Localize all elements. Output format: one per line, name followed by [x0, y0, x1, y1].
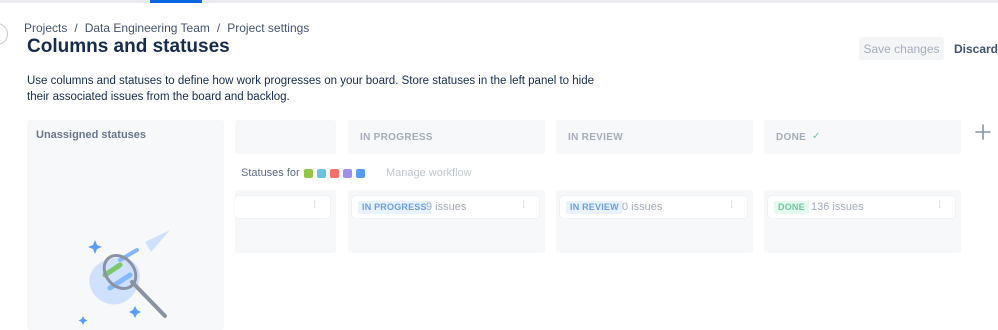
unassigned-statuses-panel[interactable]: Unassigned statuses	[27, 120, 224, 330]
column-header-in-progress[interactable]: IN PROGRESS	[348, 120, 545, 154]
unassigned-statuses-title: Unassigned statuses	[36, 129, 147, 141]
column-title: DONE	[776, 132, 807, 143]
status-lozenge: DONE	[774, 201, 809, 214]
add-column-icon[interactable]	[970, 119, 996, 145]
done-check-icon: ✓	[812, 131, 821, 142]
column-body-done: DONE 136 issues ⁞	[764, 190, 961, 253]
breadcrumb-separator: /	[74, 21, 78, 35]
issue-count: 0 issues	[622, 201, 663, 213]
status-card[interactable]: ⁞	[235, 196, 330, 218]
breadcrumb-projects[interactable]: Projects	[24, 21, 67, 35]
drag-handle-icon[interactable]: ⁞	[522, 200, 525, 211]
breadcrumb-settings[interactable]: Project settings	[227, 21, 309, 35]
story-icon	[303, 168, 313, 178]
sidebar-collapse-button[interactable]	[0, 23, 8, 45]
column-header-todo[interactable]	[235, 120, 336, 154]
column-title: IN PROGRESS	[360, 132, 433, 143]
column-body-in-progress: IN PROGRESS 9 issues ⁞	[348, 190, 545, 253]
drag-handle-icon[interactable]: ⁞	[938, 200, 941, 211]
active-tab-indicator	[150, 0, 202, 3]
column-title: IN REVIEW	[568, 132, 623, 143]
empty-state-illustration	[78, 230, 170, 325]
issue-count: 9 issues	[426, 201, 467, 213]
page-title: Columns and statuses	[27, 36, 230, 57]
column-header-in-review[interactable]: IN REVIEW	[556, 120, 753, 154]
column-body-in-review: IN REVIEW 0 issues ⁞	[556, 190, 753, 253]
issue-count: 136 issues	[811, 201, 864, 213]
column-header-done[interactable]: DONE ✓	[764, 120, 961, 154]
epic-icon	[342, 168, 352, 178]
breadcrumb-separator: /	[216, 21, 221, 35]
manage-workflow-link[interactable]: Manage workflow	[386, 167, 472, 179]
statuses-for-label: Statuses for	[241, 167, 300, 179]
column-body-todo: ⁞	[235, 190, 336, 253]
task-icon	[316, 168, 326, 178]
breadcrumb: Projects / Data Engineering Team / Proje…	[24, 21, 309, 35]
page-description: Use columns and statuses to define how w…	[27, 75, 595, 103]
status-card-in-review[interactable]: IN REVIEW 0 issues ⁞	[560, 196, 747, 218]
save-changes-button[interactable]: Save changes	[859, 37, 944, 60]
subtask-icon	[355, 168, 365, 178]
breadcrumb-team[interactable]: Data Engineering Team	[85, 21, 210, 35]
status-card-in-progress[interactable]: IN PROGRESS 9 issues ⁞	[352, 196, 539, 218]
statuses-for: Statuses for	[241, 167, 365, 179]
status-lozenge: IN REVIEW	[566, 201, 623, 214]
bug-icon	[329, 168, 339, 178]
drag-handle-icon[interactable]: ⁞	[730, 200, 733, 211]
drag-handle-icon[interactable]: ⁞	[313, 200, 316, 211]
discard-button[interactable]: Discard	[950, 37, 998, 60]
status-lozenge: IN PROGRESS	[358, 201, 431, 214]
status-card-done[interactable]: DONE 136 issues ⁞	[768, 196, 955, 218]
